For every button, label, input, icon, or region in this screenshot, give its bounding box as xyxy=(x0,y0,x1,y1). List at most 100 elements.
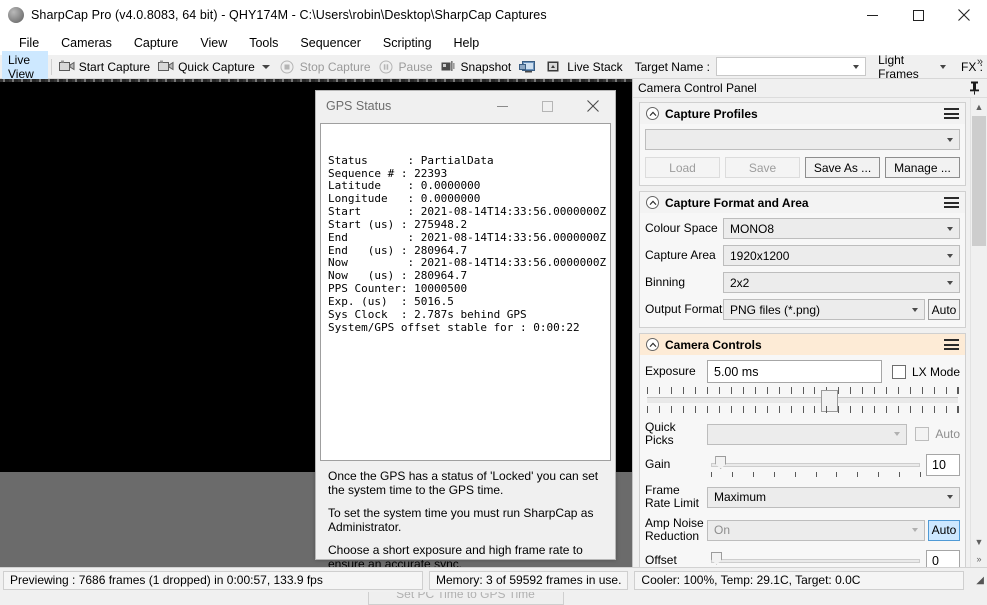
save-as-profile-button[interactable]: Save As ... xyxy=(805,157,880,178)
gain-value-input[interactable]: 10 xyxy=(926,453,960,476)
minimize-icon[interactable] xyxy=(849,0,895,30)
menu-item-scripting[interactable]: Scripting xyxy=(372,33,443,53)
target-name-combobox[interactable] xyxy=(716,57,867,76)
gps-status-textarea[interactable]: Status : PartialData Sequence # : 22393 … xyxy=(320,123,611,461)
gps-status-dialog: GPS Status Status : PartialData Sequence… xyxy=(315,90,616,605)
status-bar: Previewing : 7686 frames (1 dropped) in … xyxy=(0,567,987,592)
menu-item-sequencer[interactable]: Sequencer xyxy=(289,33,371,53)
gain-slider-thumb[interactable] xyxy=(715,455,727,469)
amp-noise-reduction-auto-button[interactable]: Auto xyxy=(928,519,960,541)
offset-value-input[interactable]: 0 xyxy=(926,549,960,567)
toolbar-stop-capture-button: Stop Capture xyxy=(276,56,375,78)
monitor-icon xyxy=(519,60,536,74)
chevron-down-icon xyxy=(947,280,953,285)
toolbar-target-name-label: Target Name : xyxy=(634,59,710,74)
toolbar-stop-capture-label: Stop Capture xyxy=(299,59,371,74)
capture-format-menu-icon[interactable] xyxy=(944,197,959,208)
gps-dialog-title: GPS Status xyxy=(326,99,392,113)
output-format-value: PNG files (*.png) xyxy=(730,302,821,317)
capture-profiles-header[interactable]: Capture Profiles xyxy=(640,103,965,124)
amp-noise-reduction-combobox[interactable]: On xyxy=(707,519,925,541)
capture-profiles-menu-icon[interactable] xyxy=(944,108,959,119)
chevron-down-icon xyxy=(912,528,918,533)
exposure-input[interactable]: 5.00 ms xyxy=(707,360,882,383)
exposure-slider[interactable] xyxy=(645,385,960,417)
offset-slider-thumb[interactable] xyxy=(711,551,722,565)
gps-maximize-icon[interactable] xyxy=(525,91,570,121)
gps-dialog-titlebar: GPS Status xyxy=(316,91,615,121)
gps-help-paragraph-2: To set the system time you must run Shar… xyxy=(328,506,594,534)
gps-help-paragraph-1: Once the GPS has a status of 'Locked' yo… xyxy=(328,469,599,497)
scroll-down-icon[interactable]: ▼ xyxy=(971,533,987,550)
gain-slider-ticks xyxy=(711,471,921,477)
camcorder-icon xyxy=(158,60,174,74)
quick-picks-auto-checkbox[interactable]: Auto xyxy=(915,427,960,442)
capture-profile-combobox[interactable] xyxy=(645,129,960,150)
gps-minimize-icon[interactable] xyxy=(480,91,525,121)
scrollbar-thumb[interactable] xyxy=(972,116,986,246)
gps-close-icon[interactable] xyxy=(570,91,615,121)
chevron-up-icon[interactable] xyxy=(646,338,659,351)
output-format-combobox[interactable]: PNG files (*.png) xyxy=(723,299,925,320)
app-logo-icon xyxy=(8,7,24,23)
amp-noise-reduction-value: On xyxy=(714,523,731,538)
resize-grip-icon[interactable]: ◢ xyxy=(976,575,984,586)
menu-item-tools[interactable]: Tools xyxy=(238,33,289,53)
menu-item-help[interactable]: Help xyxy=(443,33,491,53)
panel-overflow-icon[interactable]: » xyxy=(971,550,987,567)
scroll-up-icon[interactable]: ▲ xyxy=(971,98,987,115)
frame-rate-limit-value: Maximum xyxy=(714,490,767,505)
toolbar-overflow-icon[interactable]: » xyxy=(977,56,983,68)
window-controls xyxy=(849,0,987,30)
camera-controls-header[interactable]: Camera Controls xyxy=(640,334,965,355)
snapshot-camera-icon xyxy=(441,60,457,74)
menu-item-cameras[interactable]: Cameras xyxy=(50,33,123,53)
frame-type-combobox[interactable]: Light Frames xyxy=(872,53,953,81)
toolbar-quick-capture-button[interactable]: Quick Capture xyxy=(154,56,259,78)
manage-profiles-button[interactable]: Manage ... xyxy=(885,157,960,178)
capture-area-combobox[interactable]: 1920x1200 xyxy=(723,245,960,266)
chevron-up-icon[interactable] xyxy=(646,107,659,120)
toolbar-screen-capture-button[interactable] xyxy=(515,56,543,78)
pin-icon[interactable] xyxy=(969,81,980,98)
colour-space-combobox[interactable]: MONO8 xyxy=(723,218,960,239)
camera-control-panel-body: Capture Profiles Load Save Save As ... M… xyxy=(633,98,987,567)
capture-format-header[interactable]: Capture Format and Area xyxy=(640,192,965,213)
chevron-down-icon xyxy=(947,137,953,142)
toolbar-live-view-button[interactable]: Live View xyxy=(2,50,49,83)
offset-slider[interactable] xyxy=(711,550,920,567)
gain-slider[interactable] xyxy=(711,454,921,477)
maximize-icon[interactable] xyxy=(895,0,941,30)
camera-control-panel-scrollbar[interactable]: ▲ ▼ » xyxy=(970,98,987,567)
output-format-label: Output Format xyxy=(645,301,723,316)
gain-slider-track[interactable] xyxy=(711,462,920,467)
toolbar-live-stack-button[interactable]: Live Stack xyxy=(543,56,626,78)
window-titlebar: SharpCap Pro (v4.0.8083, 64 bit) - QHY17… xyxy=(0,0,987,30)
menu-item-view[interactable]: View xyxy=(189,33,238,53)
quick-picks-combobox[interactable] xyxy=(707,423,908,445)
toolbar-separator xyxy=(51,58,52,75)
chevron-up-icon[interactable] xyxy=(646,196,659,209)
menu-item-file[interactable]: File xyxy=(8,33,50,53)
colour-space-label: Colour Space xyxy=(645,220,718,235)
toolbar-snapshot-button[interactable]: Snapshot xyxy=(437,56,516,78)
menu-item-capture[interactable]: Capture xyxy=(123,33,189,53)
capture-profiles-group: Capture Profiles Load Save Save As ... M… xyxy=(639,102,966,186)
close-icon[interactable] xyxy=(941,0,987,30)
camera-controls-menu-icon[interactable] xyxy=(944,339,959,350)
offset-slider-track[interactable] xyxy=(711,558,920,563)
quick-capture-dropdown-icon[interactable] xyxy=(261,64,270,69)
frame-rate-limit-label: Frame Rate Limit xyxy=(645,482,700,511)
capture-area-value: 1920x1200 xyxy=(730,248,790,263)
frame-rate-limit-combobox[interactable]: Maximum xyxy=(707,486,960,508)
status-memory-cell: Memory: 3 of 59592 frames in use. xyxy=(429,570,629,590)
toolbar-quick-capture-label: Quick Capture xyxy=(178,59,255,74)
lx-mode-checkbox[interactable]: LX Mode xyxy=(891,364,960,379)
exposure-slider-track[interactable] xyxy=(647,390,958,412)
menu-bar: File Cameras Capture View Tools Sequence… xyxy=(0,30,987,55)
exposure-slider-ticks-bottom xyxy=(647,406,959,413)
output-format-auto-button[interactable]: Auto xyxy=(928,299,960,320)
toolbar-start-capture-button[interactable]: Start Capture xyxy=(55,56,154,78)
capture-format-group: Capture Format and Area Colour Space MON… xyxy=(639,191,966,328)
binning-combobox[interactable]: 2x2 xyxy=(723,272,960,293)
